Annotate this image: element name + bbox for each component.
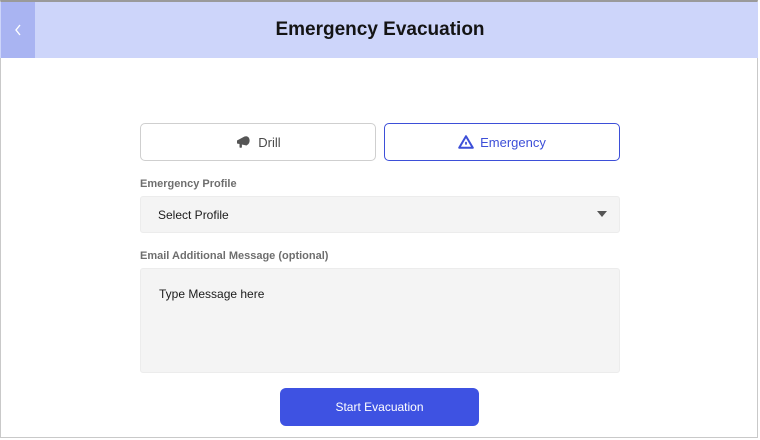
caret-down-icon	[597, 211, 607, 217]
drill-button[interactable]: Drill	[140, 123, 376, 161]
profile-label: Emergency Profile	[140, 178, 237, 190]
profile-select[interactable]: Select Profile	[140, 196, 620, 233]
profile-select-value: Select Profile	[158, 208, 229, 222]
page-title: Emergency Evacuation	[275, 19, 485, 40]
megaphone-icon	[237, 136, 250, 148]
warning-triangle-icon	[458, 135, 474, 149]
emergency-label: Emergency	[480, 134, 546, 150]
message-textarea[interactable]: Type Message here	[140, 268, 620, 373]
message-placeholder: Type Message here	[159, 287, 265, 301]
drill-label: Drill	[258, 134, 281, 150]
message-label: Email Additional Message (optional)	[140, 250, 329, 262]
start-evacuation-button[interactable]: Start Evacuation	[280, 388, 479, 426]
emergency-button[interactable]: Emergency	[384, 123, 620, 161]
